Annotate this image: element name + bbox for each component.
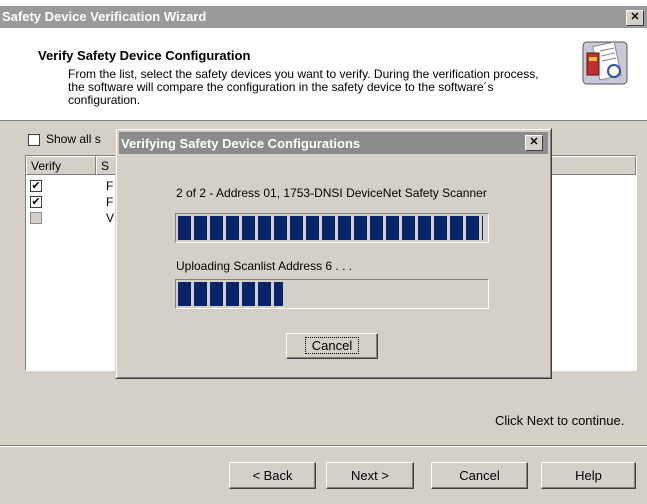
dialog-title: Verifying Safety Device Configurations [121, 136, 361, 151]
page-description: From the list, select the safety devices… [68, 67, 539, 107]
status-text: Click Next to continue. [495, 413, 625, 428]
list-item: V [106, 211, 115, 225]
list-item: F [106, 195, 114, 209]
column-header-verify[interactable]: Verify [26, 156, 96, 175]
device-progress-bar [175, 213, 489, 243]
row-checkbox[interactable]: ✔ [30, 196, 42, 208]
wizard-header: Verify Safety Device Configuration From … [0, 28, 647, 120]
list-item: F [106, 179, 114, 193]
dialog-cancel-button[interactable]: Cancel [286, 333, 378, 359]
window-close-button[interactable]: ✕ [626, 10, 644, 26]
dialog-cancel-label: Cancel [304, 337, 360, 354]
next-button[interactable]: Next > [326, 462, 414, 489]
page-title: Verify Safety Device Configuration [38, 48, 251, 63]
window-title-bar: Safety Device Verification Wizard ✕ [0, 6, 647, 28]
show-all-label: Show all s [46, 132, 101, 146]
dialog-title-bar: Verifying Safety Device Configurations ✕ [119, 132, 548, 154]
upload-progress-fill [178, 282, 283, 306]
help-button[interactable]: Help [541, 462, 636, 489]
show-all-checkbox[interactable] [28, 134, 40, 146]
upload-status-text: Uploading Scanlist Address 6 . . . [176, 259, 353, 273]
device-status-text: 2 of 2 - Address 01, 1753-DNSI DeviceNet… [176, 186, 487, 200]
footer-separator [0, 445, 647, 447]
dialog-close-button[interactable]: ✕ [525, 135, 543, 151]
close-icon: ✕ [630, 11, 640, 23]
window-title: Safety Device Verification Wizard [2, 9, 207, 24]
close-icon: ✕ [529, 136, 539, 148]
verify-progress-dialog: Verifying Safety Device Configurations ✕… [115, 128, 552, 379]
row-checkbox[interactable] [30, 212, 42, 224]
upload-progress-bar [175, 279, 489, 309]
back-button[interactable]: < Back [229, 462, 316, 489]
device-progress-fill [178, 216, 483, 240]
row-checkbox[interactable]: ✔ [30, 180, 42, 192]
wizard-icon [582, 41, 628, 85]
cancel-button[interactable]: Cancel [431, 462, 528, 489]
